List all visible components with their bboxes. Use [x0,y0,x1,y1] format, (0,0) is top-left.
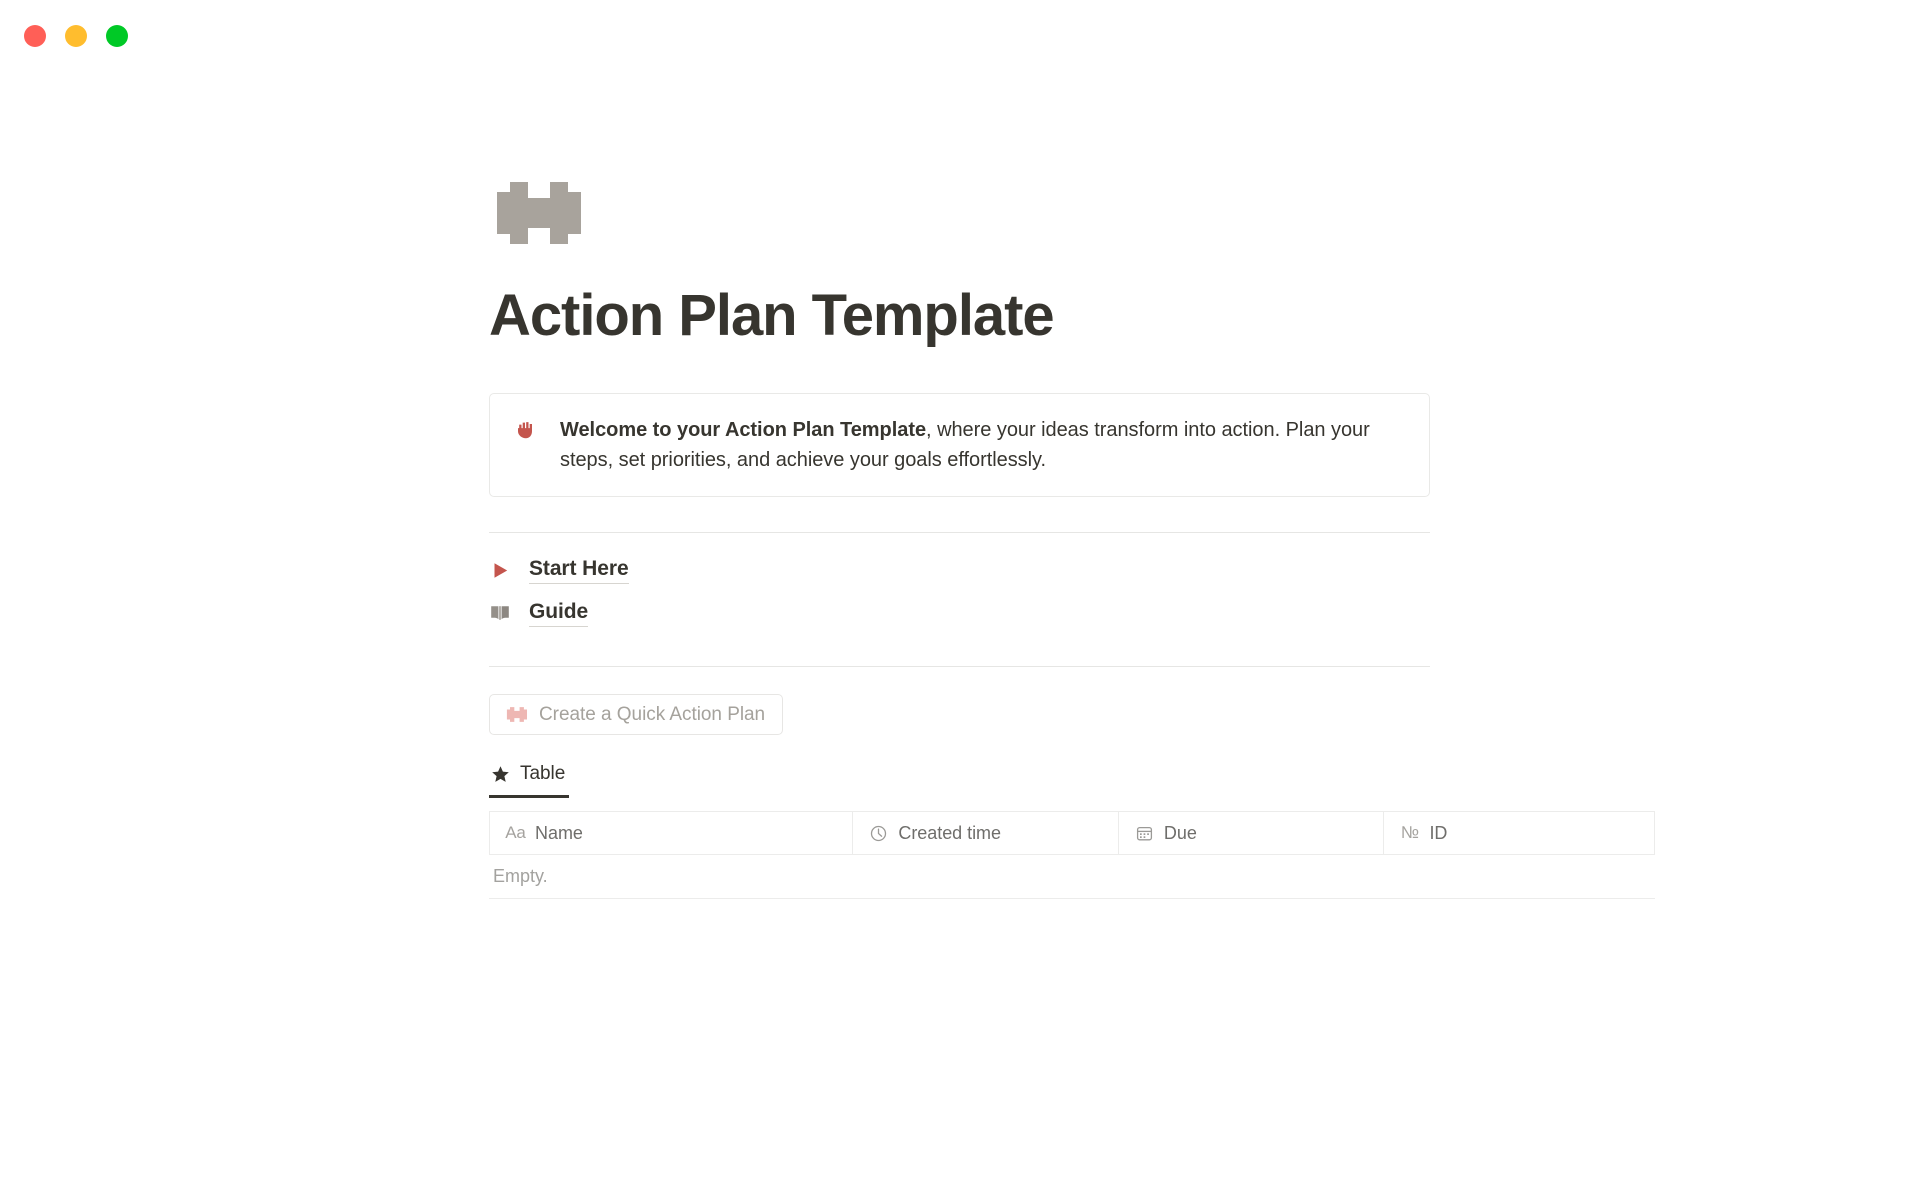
table-column-name[interactable]: Aa Name [490,812,854,855]
table-column-due[interactable]: Due [1119,812,1385,855]
table-column-id-label: ID [1429,822,1448,843]
text-aa-icon: Aa [505,823,526,843]
open-book-icon [489,603,511,625]
dumbbell-icon [505,704,527,726]
number-id-icon: № [1400,823,1420,843]
database-view-tabs: Table [489,763,1689,799]
table-column-created-time-label: Created time [898,822,1001,843]
tab-table[interactable]: Table [489,763,570,799]
clock-icon [869,824,888,843]
welcome-callout-text: Welcome to your Action Plan Template, wh… [560,415,1407,476]
link-list: Start Here Guide [489,533,1689,635]
divider-above-create-button [489,666,1430,668]
window-minimize-button[interactable] [65,25,87,47]
dumbbell-icon[interactable] [489,182,581,244]
star-icon [491,765,510,784]
window-close-button[interactable] [24,25,46,47]
table-column-created-time[interactable]: Created time [853,812,1119,855]
link-guide-label: Guide [529,600,588,628]
play-triangle-icon [489,560,511,582]
window-maximize-button[interactable] [106,25,128,47]
page-title[interactable]: Action Plan Template [489,244,1689,348]
create-quick-action-plan-button[interactable]: Create a Quick Action Plan [489,694,784,736]
tab-table-label: Table [520,763,566,785]
page-content: Action Plan Template Welcome to your Act… [489,0,1689,900]
table-column-name-label: Name [535,822,583,843]
table-column-id[interactable]: № ID [1384,812,1654,854]
link-guide[interactable]: Guide [489,592,1689,635]
calendar-icon [1135,824,1154,843]
link-start-here-label: Start Here [529,557,629,585]
welcome-callout[interactable]: Welcome to your Action Plan Template, wh… [489,392,1430,498]
welcome-callout-lead: Welcome to your Action Plan Template [560,418,927,441]
table-empty-label: Empty. [493,866,548,887]
table-column-due-label: Due [1163,822,1197,843]
raised-hand-emoji-icon [514,417,540,447]
database-table: Aa Name Created time Due № ID Empty. [489,811,1655,900]
table-header-row: Aa Name Created time Due № ID [489,811,1655,856]
create-quick-action-plan-label: Create a Quick Action Plan [539,703,766,725]
table-empty-row: Empty. [489,855,1655,900]
link-start-here[interactable]: Start Here [489,549,1689,592]
